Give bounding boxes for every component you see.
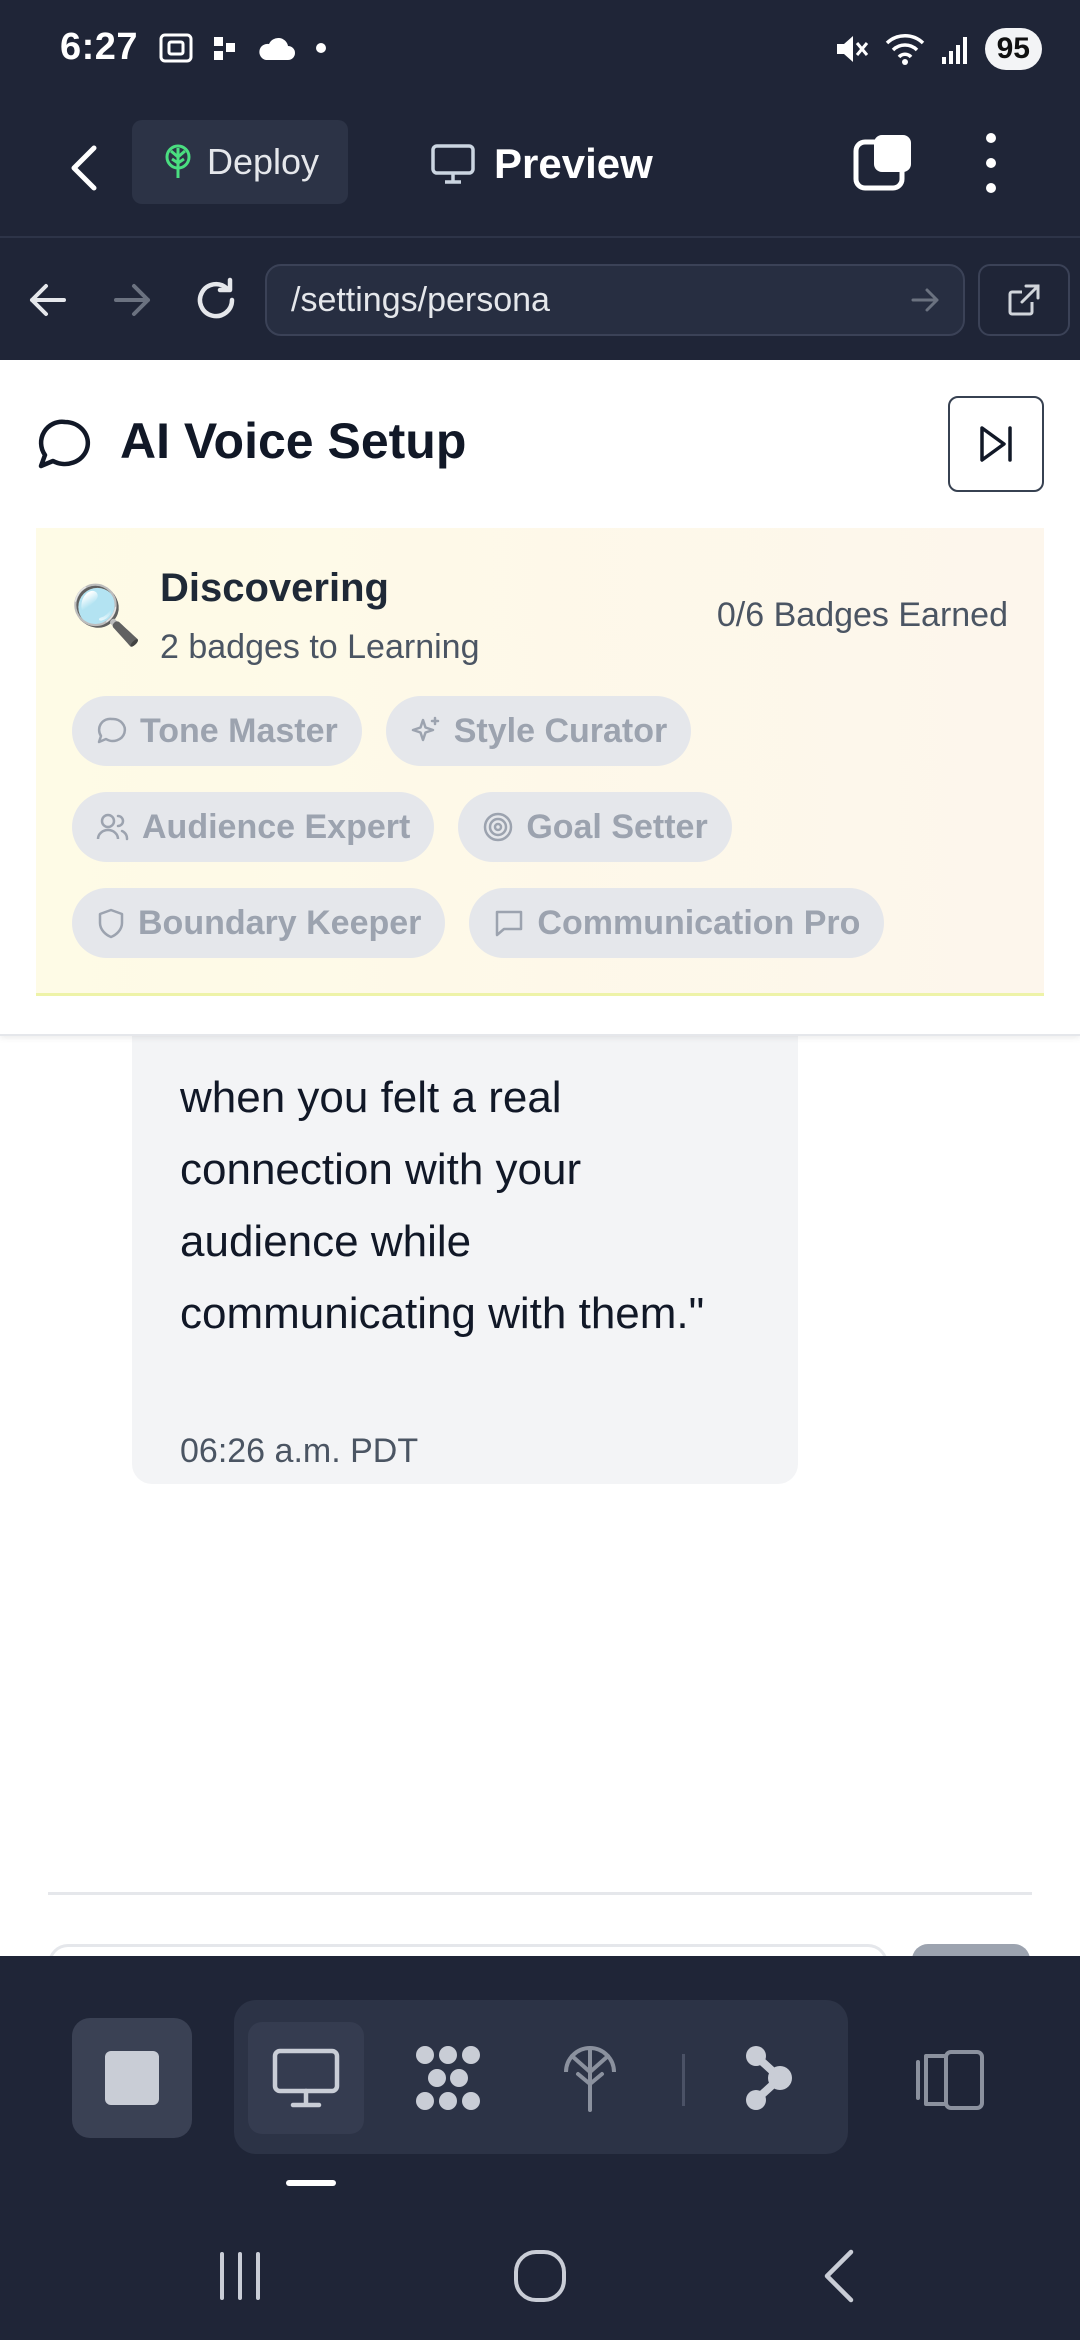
badge-tone-master: Tone Master [72, 696, 362, 766]
status-icons-left [158, 30, 328, 66]
wifi-icon [885, 34, 924, 65]
more-vertical-icon [986, 133, 996, 193]
chevron-left-icon [71, 145, 97, 191]
tabs-icon [853, 135, 911, 191]
sparkle-icon [411, 716, 439, 742]
url-bar: /settings/persona [0, 240, 1080, 360]
recent-apps-icon [220, 2252, 260, 2300]
badge-style-curator: Style Curator [385, 696, 692, 766]
monitor-icon [431, 144, 475, 184]
preview-label: Preview [494, 140, 653, 187]
battery-indicator: 95 [984, 28, 1042, 70]
message-square-icon [496, 910, 523, 937]
tabs-button[interactable] [852, 132, 914, 194]
external-link-icon [1008, 284, 1040, 316]
badge-label: Audience Expert [142, 807, 411, 846]
shield-icon [98, 908, 124, 939]
git-tool-button[interactable] [710, 2022, 826, 2134]
panel-toggle-button[interactable] [900, 2030, 1000, 2130]
badge-progress-card: 🔍 Discovering 2 badges to Learning 0/6 B… [36, 528, 1044, 996]
browser-back-button[interactable] [20, 272, 76, 328]
deploy-tool-button[interactable] [532, 2022, 648, 2134]
badge-label: Communication Pro [537, 903, 861, 942]
stop-icon [105, 2051, 159, 2105]
home-icon [514, 2250, 566, 2302]
tool-group [234, 2000, 848, 2154]
chevron-left-icon [824, 2249, 854, 2303]
deploy-icon [165, 144, 191, 178]
system-back-button[interactable] [800, 2236, 880, 2316]
dots-cluster-icon [416, 2046, 480, 2110]
badge-list: Tone Master Style Curator Audience Exper… [72, 696, 1012, 958]
signal-icon [941, 37, 967, 64]
more-options-button[interactable] [966, 130, 1016, 196]
mute-icon [836, 36, 868, 62]
magnifying-glass-icon: 🔍 [70, 583, 143, 648]
reload-button[interactable] [188, 272, 244, 328]
preview-title[interactable]: Preview [430, 124, 653, 204]
skip-forward-icon [980, 426, 1012, 462]
recent-apps-button[interactable] [200, 2236, 280, 2316]
toolbar-divider [682, 2054, 685, 2106]
preview-tool-button[interactable] [248, 2022, 364, 2134]
badge-audience-expert: Audience Expert [72, 792, 435, 862]
active-tool-indicator [286, 2180, 336, 2186]
deploy-label: Deploy [206, 141, 320, 182]
badge-label: Goal Setter [526, 807, 708, 846]
send-button[interactable] [912, 1944, 1030, 1956]
app-bar: Deploy Preview [0, 104, 1080, 238]
chat-bubble-icon [97, 717, 127, 744]
panel-icon [916, 2050, 984, 2110]
level-title: Discovering [160, 566, 389, 610]
dot-icon [316, 43, 326, 53]
url-input[interactable]: /settings/persona [265, 264, 965, 336]
badge-label: Boundary Keeper [138, 903, 422, 942]
page-title: AI Voice Setup [120, 413, 467, 469]
status-time: 6:27 [60, 26, 139, 68]
badge-label: Tone Master [140, 711, 338, 750]
chat-message-bubble: when you felt a real connection with you… [132, 980, 798, 1484]
status-icons-right: 95 [833, 28, 1042, 70]
page-header: AI Voice Setup 🔍 Discovering 2 badges to… [0, 360, 1080, 1036]
agent-tool-button[interactable] [390, 2022, 506, 2134]
screenshot-icon [159, 33, 193, 63]
branch-icon [746, 2046, 792, 2110]
status-bar: 6:27 95 [0, 0, 1080, 104]
arrow-left-icon [30, 284, 66, 316]
input-divider [48, 1892, 1032, 1895]
arrow-right-icon [114, 284, 150, 316]
badge-goal-setter: Goal Setter [458, 792, 732, 862]
message-timestamp: 06:26 a.m. PDT [180, 1432, 419, 1470]
target-icon [484, 812, 513, 842]
level-subtitle: 2 badges to Learning [160, 628, 480, 666]
skip-button[interactable] [948, 396, 1044, 492]
monitor-icon [272, 2048, 340, 2108]
badge-label: Style Curator [453, 711, 668, 750]
badge-boundary-keeper: Boundary Keeper [72, 888, 446, 958]
page-content: AI Voice Setup 🔍 Discovering 2 badges to… [0, 360, 1080, 1956]
badges-earned-count: 0/6 Badges Earned [716, 596, 1008, 634]
reload-icon [197, 277, 235, 319]
bottom-toolbar [0, 1956, 1080, 2186]
url-text: /settings/persona [291, 280, 550, 319]
arrow-right-icon[interactable] [907, 282, 943, 318]
cloud-icon [259, 37, 295, 60]
app-notification-icon [214, 37, 235, 60]
chat-input[interactable] [48, 1944, 888, 1956]
badge-communication-pro: Communication Pro [469, 888, 885, 958]
system-navigation-bar [0, 2200, 1080, 2340]
message-text: when you felt a real connection with you… [180, 1073, 705, 1338]
deploy-button[interactable]: Deploy [132, 120, 348, 204]
browser-forward-button[interactable] [104, 272, 160, 328]
deploy-icon [564, 2046, 616, 2112]
users-icon [96, 813, 129, 841]
open-external-button[interactable] [978, 264, 1070, 336]
back-button[interactable] [60, 140, 110, 196]
home-button[interactable] [500, 2236, 580, 2316]
chat-bubble-icon [38, 419, 91, 469]
stop-button[interactable] [72, 2018, 192, 2138]
